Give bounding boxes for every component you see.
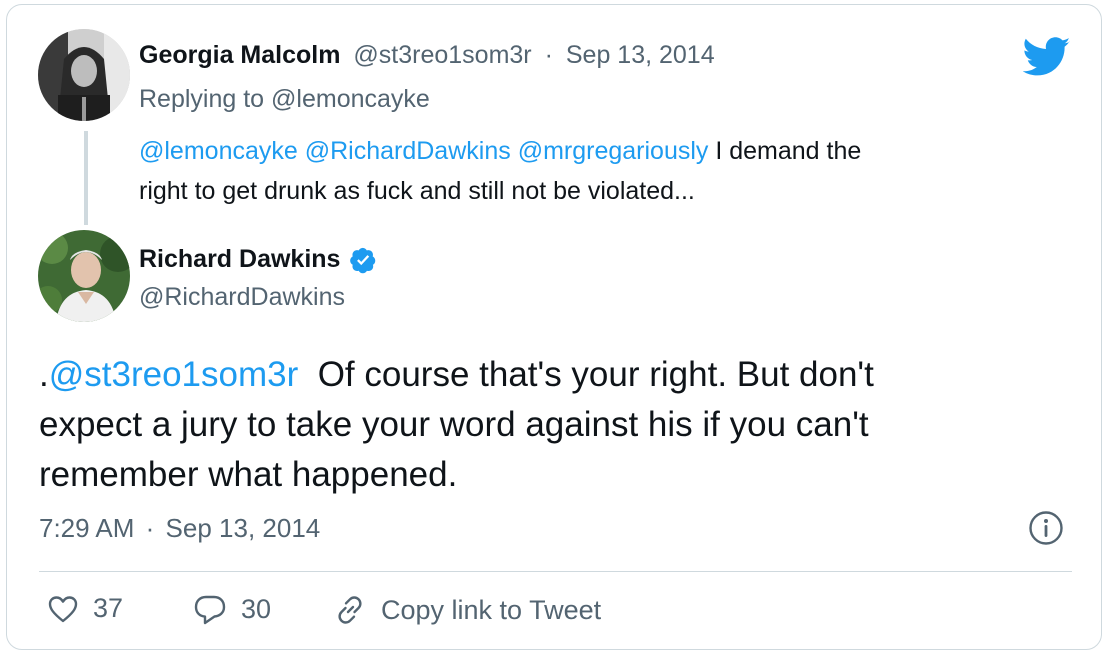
tweet-timestamp[interactable]: 7:29 AM · Sep 13, 2014 <box>39 513 320 544</box>
verified-badge-icon <box>349 246 377 279</box>
tweet-date: Sep 13, 2014 <box>165 513 321 543</box>
tweet-time: 7:29 AM <box>39 513 135 543</box>
reply-date[interactable]: Sep 13, 2014 <box>566 41 715 69</box>
tweet-text-line2: expect a jury to take your word against … <box>39 405 869 444</box>
twitter-bird-icon[interactable] <box>1022 37 1071 82</box>
replying-to-handle[interactable]: @lemoncayke <box>271 85 430 113</box>
replying-to: Replying to @lemoncayke <box>139 85 430 114</box>
mention-mrgregariously[interactable]: @mrgregariously <box>518 137 709 165</box>
mention-richarddawkins[interactable]: @RichardDawkins <box>305 137 511 165</box>
mention-st3reo1som3r[interactable]: @st3reo1som3r <box>49 355 299 394</box>
link-chain-icon <box>333 593 367 627</box>
copy-link-action[interactable]: Copy link to Tweet <box>333 593 601 627</box>
copy-link-label: Copy link to Tweet <box>381 594 602 625</box>
tweet-author: Richard Dawkins <box>139 245 377 279</box>
tweet-author-handle[interactable]: @RichardDawkins <box>139 283 345 312</box>
actions-divider <box>39 571 1072 572</box>
reply-action[interactable]: 30 <box>193 593 271 625</box>
reply-text-line2: right to get drunk as fuck and still not… <box>139 177 695 205</box>
tweet-time-separator: · <box>145 513 155 543</box>
dawkins-avatar[interactable] <box>38 230 130 322</box>
tweet-text-prefix: . <box>39 355 49 394</box>
embedded-tweet-card: Georgia Malcolm @st3reo1som3r · Sep 13, … <box>6 4 1102 650</box>
reply-text: @lemoncayke @RichardDawkins @mrgregariou… <box>139 131 861 211</box>
tweet-text-line3: remember what happened. <box>39 455 458 494</box>
thread-connector <box>84 131 88 225</box>
tweet-text-line1: Of course that's your right. But don't <box>298 355 874 394</box>
like-count: 37 <box>93 593 124 623</box>
info-icon[interactable] <box>1028 510 1064 551</box>
georgia-avatar[interactable] <box>38 29 130 121</box>
replying-to-label: Replying to <box>139 85 272 113</box>
mention-lemoncayke[interactable]: @lemoncayke <box>139 137 298 165</box>
reply-count: 30 <box>241 593 272 624</box>
heart-icon <box>47 594 79 624</box>
reply-author-handle[interactable]: @st3reo1som3r <box>353 41 531 69</box>
reply-header: Georgia Malcolm @st3reo1som3r · Sep 13, … <box>139 41 715 70</box>
like-action[interactable]: 37 <box>47 593 123 624</box>
reply-separator: · <box>544 41 553 69</box>
georgia-avatar-image <box>38 29 130 121</box>
reply-text-line1: I demand the <box>708 137 862 165</box>
dawkins-avatar-image <box>38 230 130 322</box>
reply-bubble-icon <box>193 593 227 625</box>
tweet-author-name[interactable]: Richard Dawkins <box>139 245 340 273</box>
tweet-text: .@st3reo1som3r Of course that's your rig… <box>39 350 874 500</box>
reply-author-name[interactable]: Georgia Malcolm <box>139 41 340 69</box>
